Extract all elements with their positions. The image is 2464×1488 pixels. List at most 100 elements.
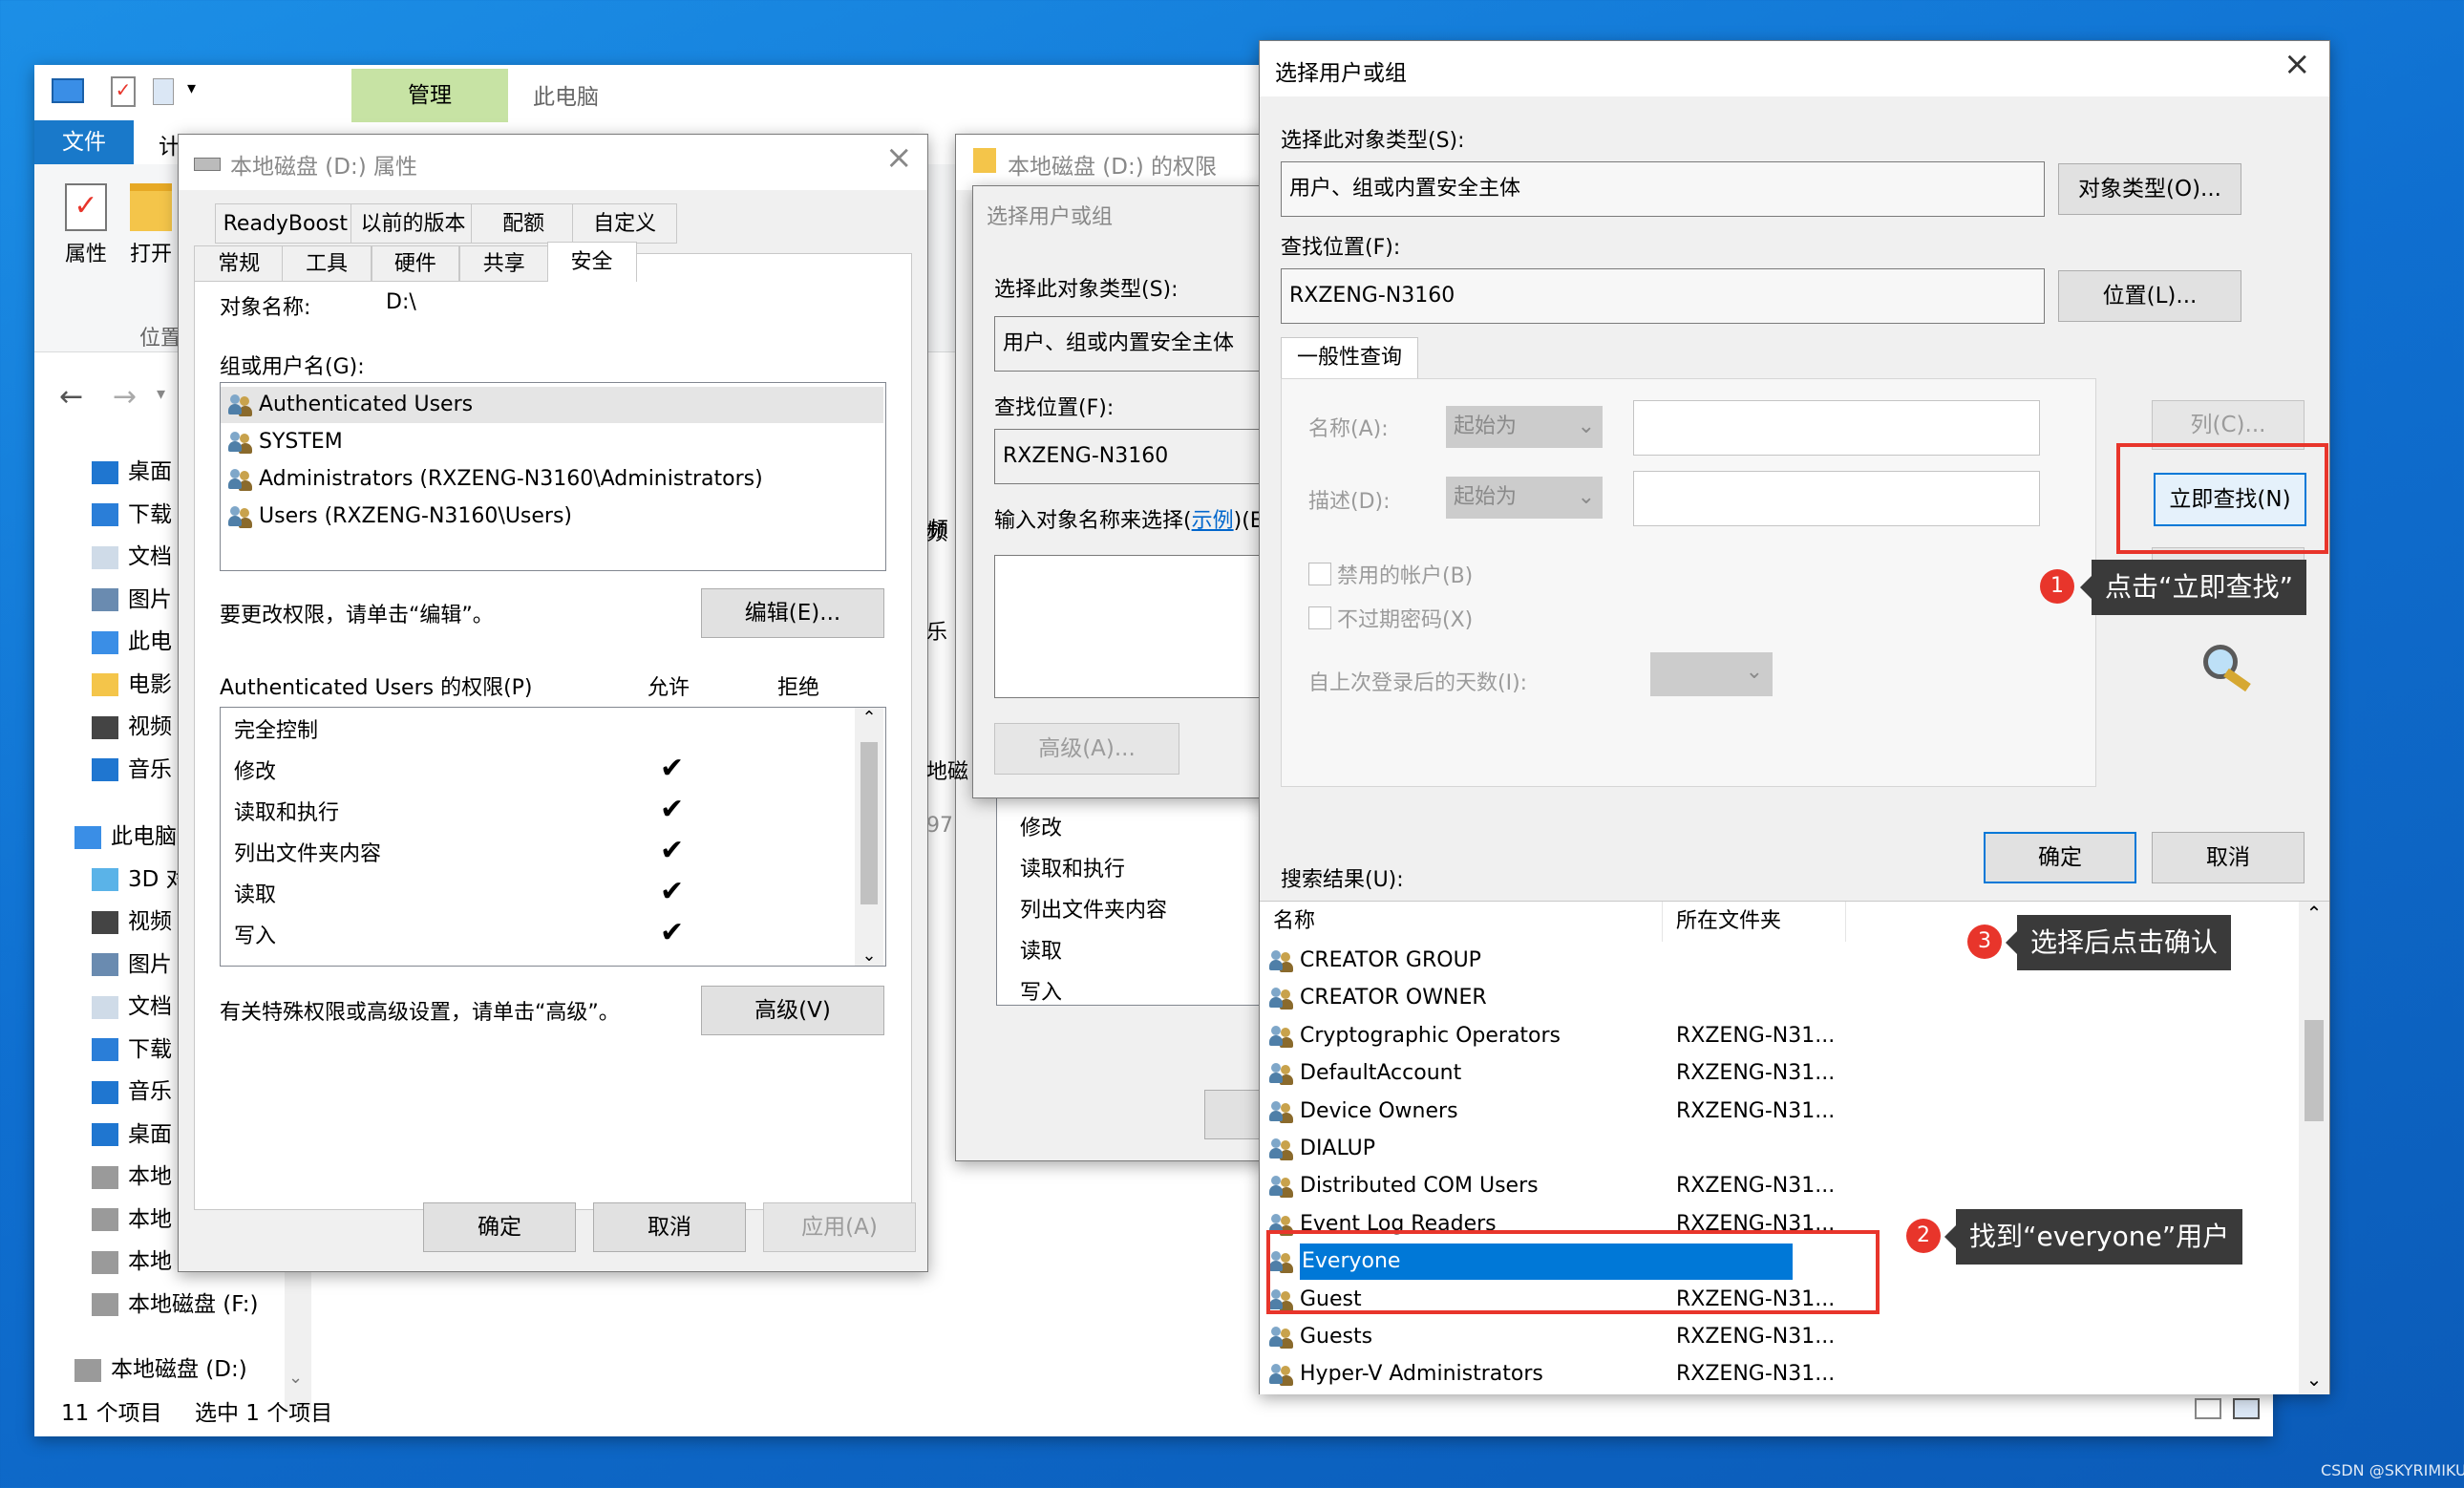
close-icon[interactable]: × [885,138,913,177]
tab-以前的版本[interactable]: 以前的版本 [350,203,477,244]
user-list-item[interactable]: Administrators (RXZENG-N3160\Administrat… [221,461,883,498]
sidebar-item[interactable]: 图片 [92,581,172,619]
column-header-name[interactable]: 名称 [1260,902,1663,942]
sidebar-item[interactable]: 视频 [92,708,172,746]
scroll-thumb[interactable] [2305,1020,2324,1121]
non-expiring-password-checkbox[interactable] [1308,606,1331,629]
side-snip-size: 97 [926,814,953,838]
description-input[interactable] [1633,471,2040,526]
advanced-button[interactable]: 高级(V) [701,986,884,1035]
sidebar-item[interactable]: 本地磁盘 (F:) [92,1286,258,1324]
sidebar-item[interactable]: 图片 [92,946,172,984]
column-header-folder[interactable]: 所在文件夹 [1663,902,1846,942]
sidebar-item[interactable]: 本地磁盘 (D:) [74,1350,247,1389]
sidebar-item[interactable]: 文档 [92,538,172,576]
result-row[interactable]: Guests RXZENG-N31... [1260,1318,2299,1356]
ok-button[interactable]: 确定 [1984,832,2136,883]
object-names-input[interactable] [994,555,1281,698]
sidebar-item[interactable]: 本地 [92,1243,172,1281]
result-row[interactable]: Distributed COM Users RXZENG-N31... [1260,1167,2299,1205]
properties-ribbon-button[interactable]: ✓ 属性 [57,183,115,267]
sidebar-item[interactable]: 此电脑 [74,818,177,856]
tab-tools[interactable]: 工具 [282,245,372,282]
perm-scrollbar[interactable]: ⌃ ⌄ [855,708,883,966]
ok-button[interactable]: 确定 [423,1202,576,1252]
properties-icon: ✓ [65,183,107,231]
sidebar-item[interactable]: 下载 [92,1031,172,1069]
users-list[interactable]: Authenticated Users SYSTEM Administrators … [220,382,886,571]
user-list-item[interactable]: SYSTEM [221,424,883,460]
sidebar-item[interactable]: 本地 [92,1201,172,1239]
scroll-down-icon[interactable]: ⌄ [2299,1368,2329,1391]
object-types-button[interactable]: 对象类型(O)... [2058,163,2241,215]
tab-配额[interactable]: 配额 [471,203,577,244]
location-field: RXZENG-N3160 [994,429,1281,484]
tab-general-queries[interactable]: 一般性查询 [1281,337,1418,380]
user-list-item[interactable]: Users (RXZENG-N3160\Users) [221,499,883,535]
cancel-button[interactable]: 取消 [593,1202,746,1252]
example-link[interactable]: 示例 [1192,509,1234,533]
apply-button[interactable]: 应用(A) [763,1202,916,1252]
ribbon-file-tab[interactable]: 文件 [34,120,134,164]
result-row[interactable]: CREATOR OWNER [1260,979,2299,1017]
back-icon[interactable]: ← [59,380,83,414]
open-ribbon-button[interactable]: 打开 [130,183,178,267]
scroll-down-icon[interactable]: ⌄ [855,946,883,966]
details-view-icon[interactable] [2195,1398,2221,1419]
tab-sharing[interactable]: 共享 [458,245,549,282]
result-row[interactable]: DefaultAccount RXZENG-N31... [1260,1054,2299,1093]
manage-tab[interactable]: 管理 [351,69,508,122]
permission-row: 修改 [1020,817,1063,840]
sidebar-item[interactable]: 此电 [92,623,172,661]
name-input[interactable] [1633,400,2040,456]
name-condition-select[interactable]: 起始为 ⌄ [1446,406,1603,448]
close-icon[interactable]: × [2283,45,2311,83]
forward-icon[interactable]: → [113,380,137,414]
cancel-button[interactable]: 取消 [2152,832,2305,883]
sidebar-item[interactable]: 桌面 [92,1116,172,1154]
computer-icon[interactable] [52,78,84,103]
result-name: Hyper-V Administrators [1300,1362,1543,1387]
user-list-item[interactable]: Authenticated Users [221,387,883,423]
blank-icon[interactable] [153,78,174,105]
sidebar-item[interactable]: 电影 [92,666,172,704]
annotation-callout-2: 找到“everyone”用户 [1944,1209,2243,1265]
sidebar-item[interactable]: 桌面 [92,453,172,491]
tab-general[interactable]: 常规 [194,245,285,282]
sidebar-item[interactable]: 本地 [92,1158,172,1196]
results-scrollbar[interactable]: ⌃ ⌄ [2299,902,2329,1394]
tab-hardware[interactable]: 硬件 [371,245,459,282]
result-row[interactable]: DIALUP [1260,1130,2299,1168]
sidebar-item[interactable]: 音乐 [92,1073,172,1111]
result-row[interactable]: Hyper-V Administrators RXZENG-N31... [1260,1355,2299,1393]
tab-readyboost[interactable]: ReadyBoost [215,203,356,244]
advanced-button[interactable]: 高级(A)... [994,723,1179,775]
picture-icon [92,953,118,976]
days-since-logon-select[interactable]: ⌄ [1650,652,1773,696]
scroll-thumb[interactable] [860,742,878,904]
scroll-up-icon[interactable]: ⌃ [2299,902,2329,925]
tab-自定义[interactable]: 自定义 [572,203,678,244]
dropdown-icon[interactable]: ▾ [187,78,196,98]
dialog-title: 选择用户或组 [987,205,1114,229]
sidebar-item[interactable]: 音乐 [92,751,172,789]
scroll-up-icon[interactable]: ⌃ [855,708,883,728]
result-row[interactable]: Device Owners RXZENG-N31... [1260,1093,2299,1131]
tab-security[interactable]: 安全 [546,242,637,282]
recent-dropdown-icon[interactable]: ▾ [157,384,165,404]
sidebar-item[interactable]: 视频 [92,903,172,941]
locations-button[interactable]: 位置(L)... [2058,270,2241,322]
sidebar-item[interactable]: 文档 [92,988,172,1026]
edit-button[interactable]: 编辑(E)... [701,588,884,638]
description-condition-select[interactable]: 起始为 ⌄ [1446,477,1603,519]
sidebar-item[interactable]: 下载 [92,496,172,534]
scroll-down-icon[interactable]: ⌄ [288,1368,303,1388]
cube-icon [92,868,118,891]
search-results-list[interactable]: 名称 所在文件夹 CREATOR GROUP CREATOR OWNER Crypt… [1260,901,2329,1394]
result-row[interactable]: Cryptographic Operators RXZENG-N31... [1260,1017,2299,1055]
properties-icon[interactable]: ✓ [111,76,136,107]
sidebar-item[interactable]: 3D 对 [92,861,188,899]
desktop-icon [92,1123,118,1146]
disabled-accounts-checkbox[interactable] [1308,563,1331,585]
large-icons-view-icon[interactable] [2233,1398,2260,1419]
